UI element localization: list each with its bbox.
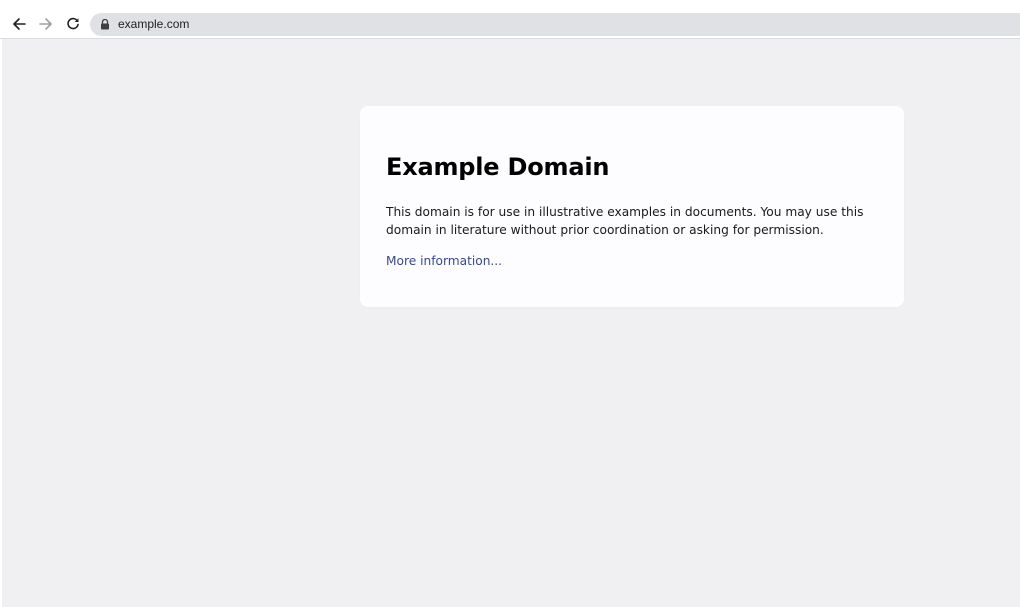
more-information-link[interactable]: More information...: [386, 252, 502, 270]
reload-button[interactable]: [62, 13, 84, 35]
address-bar[interactable]: example.com: [90, 13, 1020, 36]
page-title: Example Domain: [386, 153, 610, 181]
url-text: example.com: [118, 17, 190, 31]
arrow-right-icon: [39, 18, 52, 30]
page-viewport: Example Domain This domain is for use in…: [2, 39, 1020, 607]
lock-icon: [101, 19, 109, 30]
back-button[interactable]: [8, 13, 30, 35]
reload-icon: [67, 17, 79, 30]
forward-button[interactable]: [35, 13, 57, 35]
page-description: This domain is for use in illustrative e…: [386, 205, 864, 237]
content-card: Example Domain This domain is for use in…: [360, 106, 904, 307]
arrow-left-icon: [13, 18, 26, 30]
browser-toolbar: example.com: [0, 0, 1020, 39]
